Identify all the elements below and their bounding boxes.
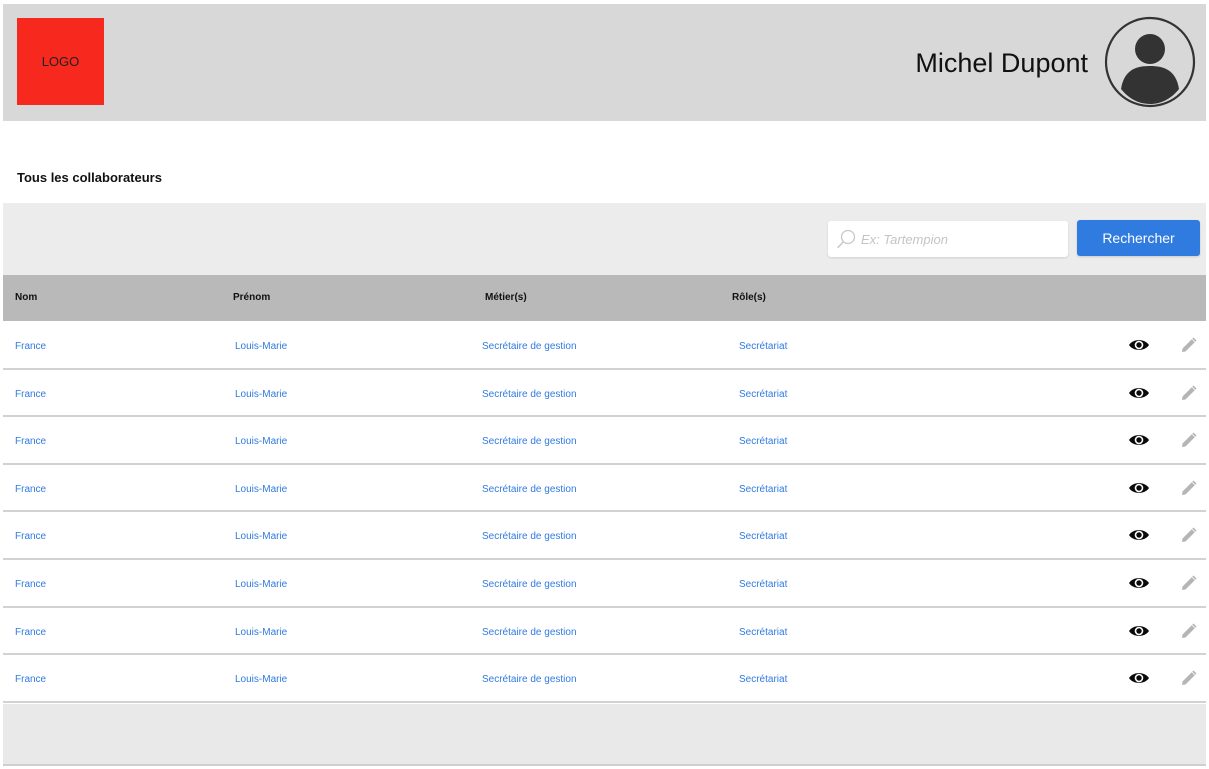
cell-role[interactable]: Secrétariat: [739, 341, 787, 352]
table-row[interactable]: France Louis-Marie Secrétaire de gestion Se…: [3, 512, 1206, 560]
column-header-roles[interactable]: Rôle(s): [732, 292, 766, 303]
eye-icon[interactable]: [1128, 527, 1150, 543]
search-button[interactable]: Rechercher: [1077, 220, 1200, 256]
eye-icon[interactable]: [1128, 432, 1150, 448]
cell-metier[interactable]: Secrétaire de gestion: [482, 436, 577, 447]
eye-icon[interactable]: [1128, 385, 1150, 401]
table-row[interactable]: France Louis-Marie Secrétaire de gestion Se…: [3, 655, 1206, 703]
eye-icon[interactable]: [1128, 575, 1150, 591]
eye-icon[interactable]: [1128, 480, 1150, 496]
cell-role[interactable]: Secrétariat: [739, 674, 787, 685]
table-footer: [3, 704, 1206, 766]
app-header: LOGO Michel Dupont: [3, 4, 1206, 121]
cell-prenom[interactable]: Louis-Marie: [235, 389, 287, 400]
table-row[interactable]: France Louis-Marie Secrétaire de gestion Se…: [3, 607, 1206, 656]
cell-prenom[interactable]: Louis-Marie: [235, 531, 287, 542]
pencil-icon[interactable]: [1180, 479, 1198, 497]
pencil-icon[interactable]: [1180, 622, 1198, 640]
cell-role[interactable]: Secrétariat: [739, 627, 787, 638]
cell-nom[interactable]: France: [15, 484, 46, 495]
cell-prenom[interactable]: Louis-Marie: [235, 674, 287, 685]
eye-icon[interactable]: [1128, 337, 1150, 353]
cell-metier[interactable]: Secrétaire de gestion: [482, 579, 577, 590]
table-header: Nom Prénom Métier(s) Rôle(s): [3, 275, 1206, 321]
pencil-icon[interactable]: [1180, 431, 1198, 449]
pencil-icon[interactable]: [1180, 669, 1198, 687]
pencil-icon[interactable]: [1180, 526, 1198, 544]
column-header-nom[interactable]: Nom: [15, 292, 37, 303]
search-input[interactable]: [861, 224, 1061, 254]
search-toolbar: Rechercher: [3, 203, 1206, 275]
user-name: Michel Dupont: [915, 48, 1088, 78]
table-row[interactable]: France Louis-Marie Secrétaire de gestion Se…: [3, 464, 1206, 513]
logo-text: LOGO: [41, 54, 80, 69]
cell-metier[interactable]: Secrétaire de gestion: [482, 341, 577, 352]
cell-nom[interactable]: France: [15, 674, 46, 685]
table-row[interactable]: France Louis-Marie Secrétaire de gestion Se…: [3, 322, 1206, 370]
cell-role[interactable]: Secrétariat: [739, 389, 787, 400]
cell-nom[interactable]: France: [15, 531, 46, 542]
cell-prenom[interactable]: Louis-Marie: [235, 484, 287, 495]
cell-metier[interactable]: Secrétaire de gestion: [482, 484, 577, 495]
table-row[interactable]: France Louis-Marie Secrétaire de gestion Se…: [3, 559, 1206, 608]
cell-nom[interactable]: France: [15, 579, 46, 590]
cell-prenom[interactable]: Louis-Marie: [235, 341, 287, 352]
table-row[interactable]: France Louis-Marie Secrétaire de gestion Se…: [3, 417, 1206, 465]
pencil-icon[interactable]: [1180, 574, 1198, 592]
cell-nom[interactable]: France: [15, 389, 46, 400]
cell-role[interactable]: Secrétariat: [739, 579, 787, 590]
cell-nom[interactable]: France: [15, 341, 46, 352]
cell-role[interactable]: Secrétariat: [739, 484, 787, 495]
pencil-icon[interactable]: [1180, 384, 1198, 402]
cell-prenom[interactable]: Louis-Marie: [235, 436, 287, 447]
cell-metier[interactable]: Secrétaire de gestion: [482, 531, 577, 542]
user-avatar-icon[interactable]: [1104, 16, 1196, 108]
column-header-metiers[interactable]: Métier(s): [485, 292, 527, 303]
pencil-icon[interactable]: [1180, 336, 1198, 354]
search-icon: [837, 229, 856, 249]
cell-metier[interactable]: Secrétaire de gestion: [482, 627, 577, 638]
eye-icon[interactable]: [1128, 670, 1150, 686]
eye-icon[interactable]: [1128, 623, 1150, 639]
cell-prenom[interactable]: Louis-Marie: [235, 627, 287, 638]
table-row[interactable]: France Louis-Marie Secrétaire de gestion Se…: [3, 369, 1206, 418]
table-body: France Louis-Marie Secrétaire de gestion Se…: [3, 322, 1206, 703]
search-field[interactable]: [828, 221, 1068, 257]
logo[interactable]: LOGO: [17, 18, 104, 105]
cell-metier[interactable]: Secrétaire de gestion: [482, 389, 577, 400]
page-title: Tous les collaborateurs: [17, 170, 162, 185]
cell-nom[interactable]: France: [15, 627, 46, 638]
cell-prenom[interactable]: Louis-Marie: [235, 579, 287, 590]
column-header-prenom[interactable]: Prénom: [233, 292, 270, 303]
cell-role[interactable]: Secrétariat: [739, 436, 787, 447]
cell-metier[interactable]: Secrétaire de gestion: [482, 674, 577, 685]
cell-nom[interactable]: France: [15, 436, 46, 447]
cell-role[interactable]: Secrétariat: [739, 531, 787, 542]
